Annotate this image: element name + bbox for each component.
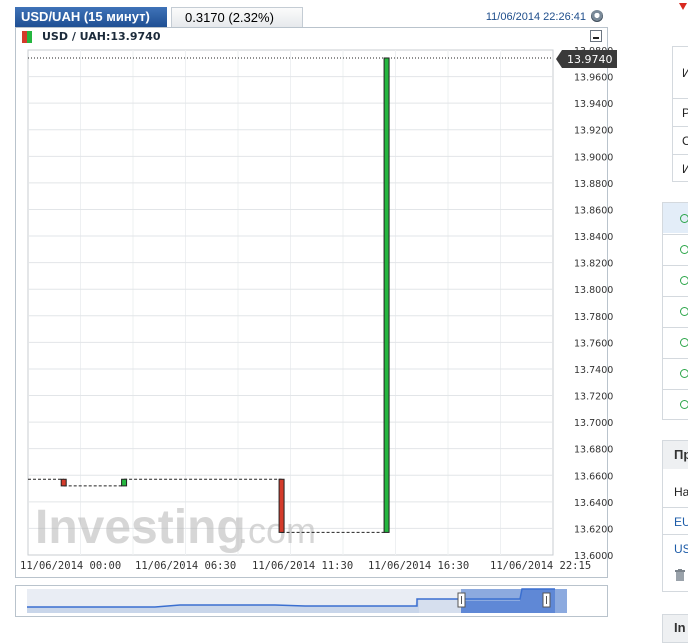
last-price-value: 13.9740: [567, 53, 613, 66]
info-row-1-letter: И: [682, 66, 688, 80]
y-tick-label: 13.7200: [574, 392, 613, 403]
candle-down[interactable]: [278, 478, 285, 533]
y-tick-label: 13.8000: [574, 285, 613, 296]
x-tick-label: 11/06/2014 06:30: [135, 560, 236, 572]
y-tick-label: 13.8600: [574, 205, 613, 216]
panel-link-1[interactable]: EU: [674, 515, 688, 529]
x-tick-label: 11/06/2014 22:15: [490, 560, 591, 572]
y-tick-label: 13.7000: [574, 418, 613, 429]
navigator[interactable]: [15, 585, 608, 617]
watermark-suffix: .com: [238, 510, 316, 551]
price-chart[interactable]: Investing .com 13.600013.620013.640013.6…: [0, 0, 688, 643]
y-tick-label: 13.7800: [574, 312, 613, 323]
y-tick-label: 13.7400: [574, 365, 613, 376]
watermark-brand: Investing: [35, 501, 246, 554]
y-tick-label: 13.6400: [574, 498, 613, 509]
x-tick-label: 11/06/2014 11:30: [252, 560, 353, 572]
y-tick-label: 13.6600: [574, 471, 613, 482]
candle-up[interactable]: [121, 478, 128, 487]
y-tick-label: 13.9200: [574, 126, 613, 137]
clock-icon[interactable]: [680, 245, 688, 254]
y-tick-label: 13.9400: [574, 99, 613, 110]
panel-sub-label: На: [674, 485, 688, 499]
panel-bottom-title: In: [674, 620, 686, 635]
info-row-4-letter: И: [682, 162, 688, 176]
x-tick-label: 11/06/2014 16:30: [368, 560, 469, 572]
y-tick-label: 13.8200: [574, 259, 613, 270]
clock-icon[interactable]: [680, 338, 688, 347]
y-tick-label: 13.8800: [574, 179, 613, 190]
clock-icon[interactable]: [680, 214, 688, 223]
panel-link-2[interactable]: US: [674, 542, 688, 556]
y-tick-label: 13.8400: [574, 232, 613, 243]
red-arrow-icon: [678, 0, 688, 10]
y-tick-label: 13.6200: [574, 524, 613, 535]
clock-icon[interactable]: [680, 307, 688, 316]
candle-up[interactable]: [383, 57, 390, 533]
trash-icon[interactable]: [675, 568, 685, 581]
y-tick-label: 13.7600: [574, 338, 613, 349]
last-price-badge: 13.9740: [556, 50, 617, 68]
clock-icon[interactable]: [680, 400, 688, 409]
info-row-2-letter: Р: [682, 106, 688, 120]
y-tick-label: 13.9600: [574, 73, 613, 84]
candle-down[interactable]: [60, 478, 67, 487]
panel-title: Пр: [674, 447, 688, 462]
y-tick-label: 13.9000: [574, 152, 613, 163]
y-tick-label: 13.6800: [574, 445, 613, 456]
clock-icon[interactable]: [680, 276, 688, 285]
info-row-3-letter: С: [682, 134, 688, 148]
x-tick-label: 11/06/2014 00:00: [20, 560, 121, 572]
clock-icon[interactable]: [680, 369, 688, 378]
